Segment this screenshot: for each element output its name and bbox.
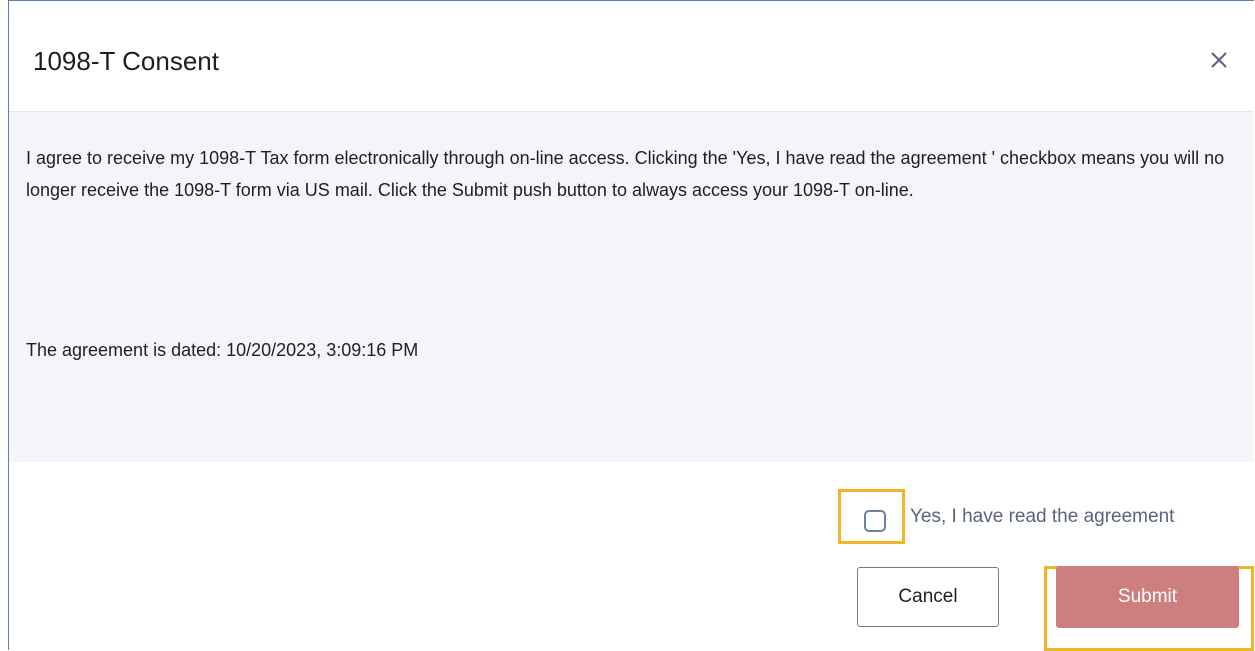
dialog-title: 1098-T Consent xyxy=(33,46,219,76)
consent-dialog: 1098-T Consent I agree to receive my 109… xyxy=(8,0,1254,651)
close-button[interactable] xyxy=(1204,45,1234,75)
agreement-text: I agree to receive my 1098-T Tax form el… xyxy=(26,148,1225,200)
submit-button[interactable]: Submit xyxy=(1056,566,1239,628)
dialog-header: 1098-T Consent xyxy=(9,1,1254,112)
agreement-date: The agreement is dated: 10/20/2023, 3:09… xyxy=(26,340,419,360)
agreement-checkbox-label[interactable]: Yes, I have read the agreement xyxy=(910,504,1174,530)
agreement-checkbox[interactable] xyxy=(864,510,886,532)
dialog-footer: Yes, I have read the agreement Cancel Su… xyxy=(9,462,1254,651)
close-icon xyxy=(1211,52,1227,68)
cancel-button[interactable]: Cancel xyxy=(857,567,999,627)
dialog-body: I agree to receive my 1098-T Tax form el… xyxy=(9,112,1254,462)
